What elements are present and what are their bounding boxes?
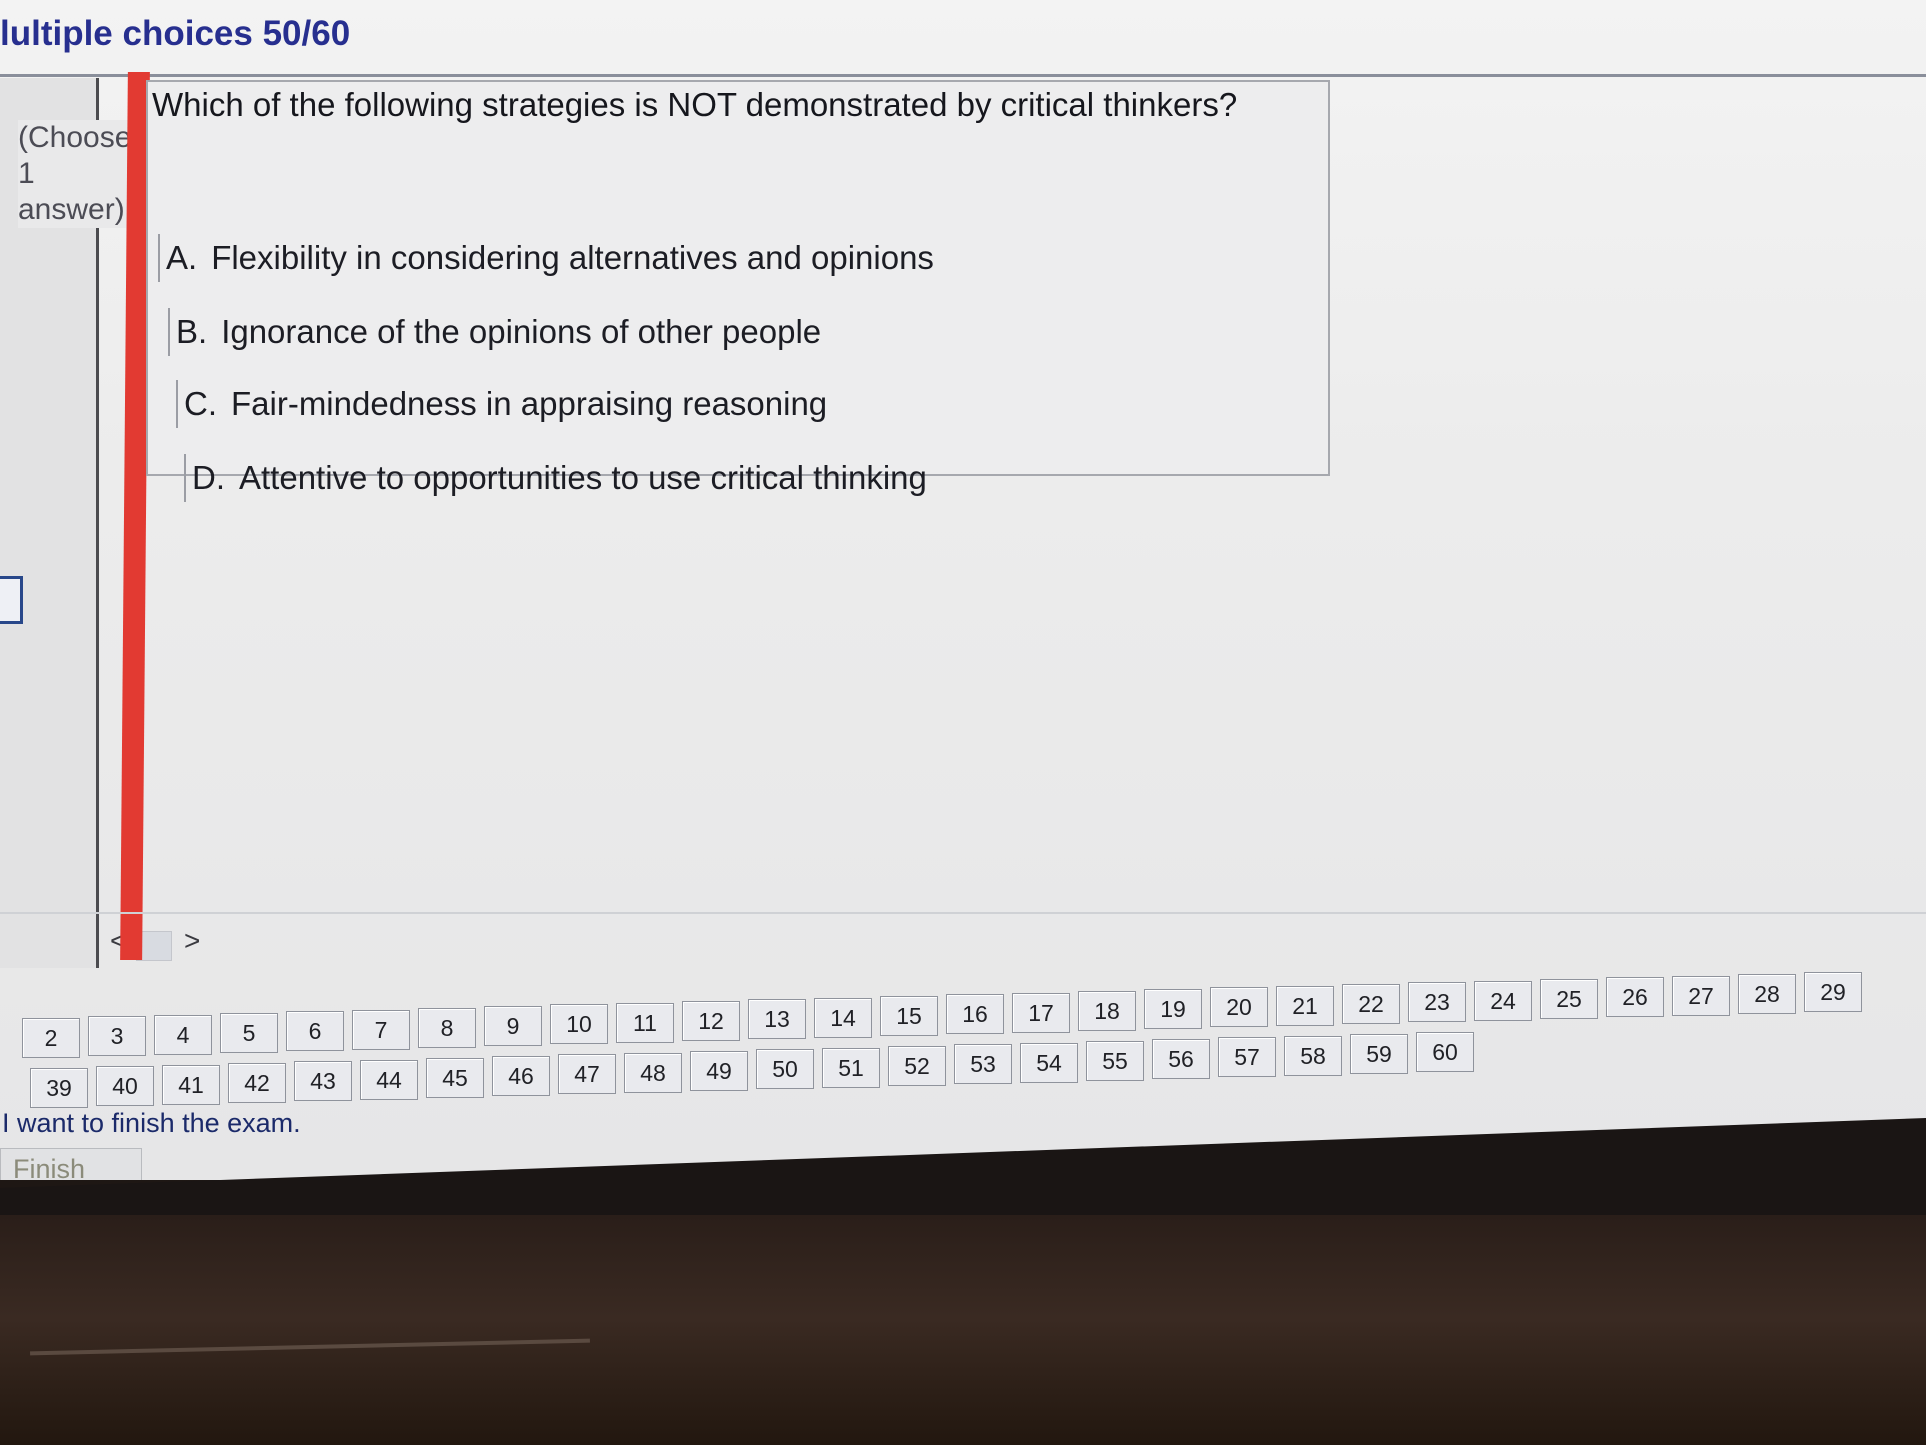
grid-divider bbox=[0, 912, 1926, 914]
question-number-button[interactable]: 52 bbox=[888, 1046, 946, 1086]
option-letter: A. bbox=[166, 239, 198, 276]
choose-hint-line: 1 bbox=[18, 157, 35, 190]
question-number-button[interactable]: 57 bbox=[1218, 1037, 1276, 1077]
option-letter: D. bbox=[192, 459, 225, 496]
option-text: Ignorance of the opinions of other peopl… bbox=[221, 313, 822, 350]
question-number-button[interactable]: 39 bbox=[30, 1068, 88, 1108]
question-number-button[interactable]: 9 bbox=[484, 1006, 542, 1046]
page-title: lultiple choices 50/60 bbox=[0, 14, 351, 53]
question-number-button[interactable]: 41 bbox=[162, 1065, 220, 1105]
option-text: Flexibility in considering alternatives … bbox=[211, 239, 934, 276]
question-number-button[interactable]: 5 bbox=[220, 1013, 278, 1053]
option-letter: B. bbox=[176, 313, 208, 350]
question-text: Which of the following strategies is NOT… bbox=[152, 86, 1238, 123]
question-number-button[interactable]: 16 bbox=[946, 994, 1004, 1034]
finish-prompt: I want to finish the exam. bbox=[2, 1108, 301, 1138]
question-number-button[interactable]: 18 bbox=[1078, 991, 1136, 1031]
question-number-button[interactable]: 50 bbox=[756, 1049, 814, 1089]
desk-background bbox=[0, 1215, 1926, 1445]
option-d[interactable]: D. Attentive to opportunities to use crit… bbox=[184, 454, 927, 502]
choose-hint-line: (Choose bbox=[18, 121, 132, 154]
question-number-button[interactable]: 53 bbox=[954, 1044, 1012, 1084]
option-a[interactable]: A. Flexibility in considering alternative… bbox=[158, 234, 934, 282]
question-number-button[interactable]: 60 bbox=[1416, 1032, 1474, 1072]
answer-box[interactable] bbox=[0, 576, 23, 624]
option-text: Fair-mindedness in appraising reasoning bbox=[231, 385, 828, 422]
question-number-button[interactable]: 6 bbox=[286, 1011, 344, 1051]
question-number-button[interactable]: 51 bbox=[822, 1048, 880, 1088]
question-number-button[interactable]: 27 bbox=[1672, 976, 1730, 1016]
question-number-button[interactable]: 42 bbox=[228, 1063, 286, 1103]
choose-hint-line: answer) bbox=[18, 193, 125, 226]
question-number-button[interactable]: 45 bbox=[426, 1058, 484, 1098]
question-number-button[interactable]: 56 bbox=[1152, 1039, 1210, 1079]
question-number-button[interactable]: 12 bbox=[682, 1001, 740, 1041]
question-number-button[interactable]: 23 bbox=[1408, 982, 1466, 1022]
question-number-button[interactable]: 13 bbox=[748, 999, 806, 1039]
question-panel: Which of the following strategies is NOT… bbox=[146, 80, 1330, 502]
question-number-button[interactable]: 49 bbox=[690, 1051, 748, 1091]
question-number-button[interactable]: 17 bbox=[1012, 993, 1070, 1033]
question-number-button[interactable]: 24 bbox=[1474, 981, 1532, 1021]
question-number-button[interactable]: 3 bbox=[88, 1016, 146, 1056]
question-number-button[interactable]: 54 bbox=[1020, 1043, 1078, 1083]
question-number-button[interactable]: 46 bbox=[492, 1056, 550, 1096]
question-number-button[interactable]: 11 bbox=[616, 1003, 674, 1043]
question-number-button[interactable]: 47 bbox=[558, 1054, 616, 1094]
question-number-button[interactable]: 21 bbox=[1276, 986, 1334, 1026]
question-number-button[interactable]: 43 bbox=[294, 1061, 352, 1101]
question-number-button[interactable]: 10 bbox=[550, 1004, 608, 1044]
option-text: Attentive to opportunities to use critic… bbox=[239, 459, 927, 496]
question-number-button[interactable]: 20 bbox=[1210, 987, 1268, 1027]
question-number-button[interactable]: 29 bbox=[1804, 972, 1862, 1012]
question-number-button[interactable]: 55 bbox=[1086, 1041, 1144, 1081]
question-number-button[interactable]: 4 bbox=[154, 1015, 212, 1055]
question-number-button[interactable]: 25 bbox=[1540, 979, 1598, 1019]
question-number-button[interactable]: 40 bbox=[96, 1066, 154, 1106]
question-number-button[interactable]: 58 bbox=[1284, 1036, 1342, 1076]
option-b[interactable]: B. Ignorance of the opinions of other peo… bbox=[168, 308, 821, 356]
option-c[interactable]: C. Fair-mindedness in appraising reasonin… bbox=[176, 380, 827, 428]
horizontal-scrollbar[interactable]: < > bbox=[100, 925, 200, 963]
scroll-right-arrow[interactable]: > bbox=[184, 925, 200, 957]
title-divider bbox=[0, 74, 1926, 77]
question-number-button[interactable]: 28 bbox=[1738, 974, 1796, 1014]
question-number-button[interactable]: 14 bbox=[814, 998, 872, 1038]
choose-hint: (Choose 1 answer) bbox=[18, 120, 132, 228]
question-number-button[interactable]: 2 bbox=[22, 1018, 80, 1058]
question-number-button[interactable]: 15 bbox=[880, 996, 938, 1036]
question-number-button[interactable]: 59 bbox=[1350, 1034, 1408, 1074]
question-number-button[interactable]: 26 bbox=[1606, 977, 1664, 1017]
question-number-button[interactable]: 19 bbox=[1144, 989, 1202, 1029]
option-letter: C. bbox=[184, 385, 217, 422]
question-number-button[interactable]: 48 bbox=[624, 1053, 682, 1093]
question-number-button[interactable]: 22 bbox=[1342, 984, 1400, 1024]
question-number-button[interactable]: 8 bbox=[418, 1008, 476, 1048]
exam-screen: lultiple choices 50/60 (Choose 1 answer)… bbox=[0, 0, 1926, 1180]
question-number-button[interactable]: 44 bbox=[360, 1060, 418, 1100]
finish-button[interactable]: Finish bbox=[0, 1148, 142, 1180]
question-number-button[interactable]: 7 bbox=[352, 1010, 410, 1050]
